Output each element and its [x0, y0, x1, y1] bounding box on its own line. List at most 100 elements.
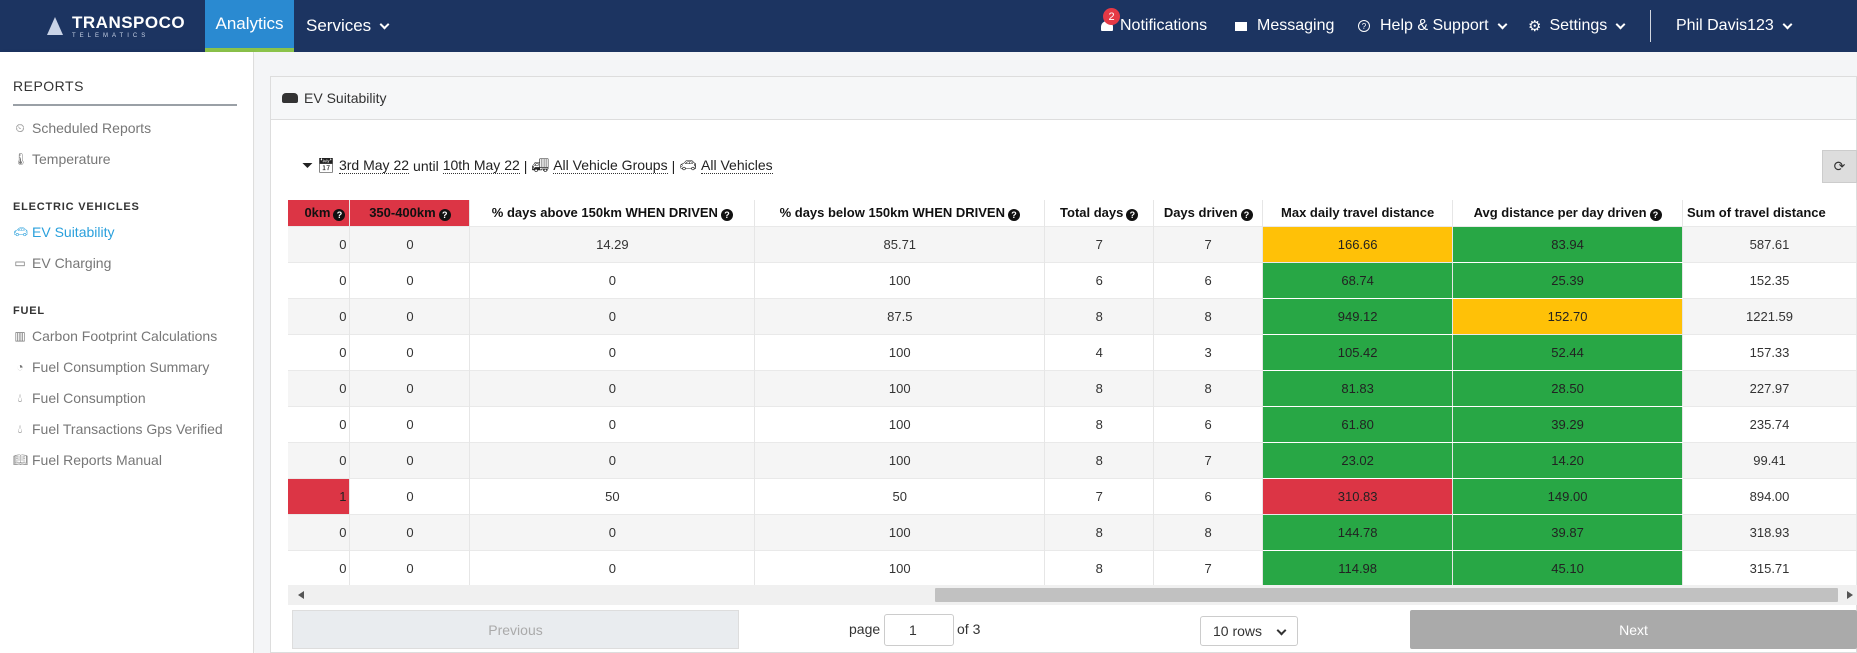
logo-mark-icon — [44, 15, 66, 37]
question-circle-icon[interactable]: ? — [333, 208, 346, 221]
column-header[interactable]: % days above 150km WHEN DRIVEN? — [469, 200, 756, 226]
cell-days-driven: 7 — [1153, 549, 1264, 585]
cell-sum-distance: 157.33 — [1682, 333, 1857, 370]
column-header[interactable]: Days driven? — [1153, 200, 1264, 226]
rows-per-page-select[interactable]: 10 rows — [1200, 616, 1298, 646]
nav-tab-services[interactable]: Services — [306, 0, 390, 52]
cell-total-days: 4 — [1044, 333, 1155, 370]
cell-pct-below-150km: 100 — [754, 549, 1046, 585]
sidebar-item-temperature[interactable]: 🌡︎ Temperature — [13, 151, 111, 167]
sidebar-item-label: EV Charging — [32, 255, 112, 271]
sidebar-item-scheduled-reports[interactable]: ⏲ Scheduled Reports — [13, 120, 151, 136]
envelope-icon — [1235, 21, 1247, 31]
gear-icon: ⚙ — [1528, 18, 1542, 35]
page-label: page — [849, 621, 881, 637]
cell-max-daily-distance: 61.80 — [1262, 405, 1454, 443]
question-circle-icon[interactable]: ? — [438, 208, 451, 221]
cell-sum-distance: 152.35 — [1682, 261, 1857, 298]
ev-suitability-table-wrapper[interactable]: 0km? 350-400km? % days above 150km WHEN … — [288, 200, 1857, 585]
truck-icon: 🚚︎ — [531, 157, 550, 173]
sidebar-item-fuel-reports-manual[interactable]: 📖︎ Fuel Reports Manual — [13, 452, 162, 468]
question-circle-icon[interactable]: ? — [720, 208, 733, 221]
cell-days-driven: 7 — [1153, 225, 1264, 262]
cell-350-400km: 0 — [349, 549, 471, 585]
cell-max-daily-distance: 81.83 — [1262, 369, 1454, 407]
question-circle-icon[interactable]: ? — [1126, 208, 1139, 221]
column-header-label: % days above 150km WHEN DRIVEN — [491, 204, 718, 220]
user-menu[interactable]: Phil Davis123 — [1676, 0, 1793, 52]
scroll-right-icon[interactable] — [1847, 591, 1853, 599]
page-count-label: of 3 — [957, 621, 981, 637]
column-header[interactable]: Max daily travel distance — [1262, 200, 1454, 226]
help-support-menu[interactable]: ? Help & Support — [1358, 0, 1507, 52]
table-header-row: 0km? 350-400km? % days above 150km WHEN … — [288, 200, 1857, 226]
cell-days-driven: 8 — [1153, 297, 1264, 334]
cell-total-days: 8 — [1044, 513, 1155, 550]
car-icon: 🚗︎ — [679, 157, 698, 173]
sidebar-item-fuel-consumption[interactable]: 💧︎ Fuel Consumption — [13, 390, 146, 406]
table-row: 0 0 0 100 4 3 105.42 52.44 157.33 — [288, 333, 1857, 371]
column-header[interactable]: 0km? — [288, 200, 351, 226]
cell-pct-above-150km: 14.29 — [469, 225, 756, 262]
sidebar-title: REPORTS — [13, 78, 84, 94]
car-icon: 🚗︎ — [13, 225, 29, 239]
date-from-link[interactable]: 3rd May 22 — [338, 157, 410, 174]
sidebar-item-fuel-consumption-summary[interactable]: ◔ Fuel Consumption Summary — [13, 359, 209, 375]
filter-separator: | — [671, 157, 676, 174]
question-circle-icon: ? — [1358, 20, 1370, 32]
table-row: 0 0 0 100 8 8 144.78 39.87 318.93 — [288, 513, 1857, 551]
panel-title: EV Suitability — [304, 90, 387, 106]
sidebar-title-underline — [13, 104, 237, 106]
table-row: 0 0 0 87.5 8 8 949.12 152.70 1221.59 — [288, 297, 1857, 335]
bell-icon: 2 — [1100, 8, 1120, 34]
filter-icon: ⏷ — [302, 157, 314, 173]
date-to-link[interactable]: 10th May 22 — [442, 157, 520, 174]
column-header[interactable]: Sum of travel distance — [1682, 200, 1857, 226]
table-horizontal-scrollbar[interactable] — [288, 585, 1857, 605]
cell-0km: 0 — [288, 369, 351, 406]
cell-0km: 0 — [288, 225, 351, 262]
cell-days-driven: 6 — [1153, 405, 1264, 442]
cell-sum-distance: 227.97 — [1682, 369, 1857, 406]
column-header-label: % days below 150km WHEN DRIVEN — [779, 204, 1005, 220]
book-icon: 📖︎ — [13, 453, 29, 467]
messaging-menu[interactable]: Messaging — [1235, 0, 1334, 52]
cell-0km: 0 — [288, 513, 351, 550]
page-number-input[interactable] — [884, 614, 954, 646]
settings-menu[interactable]: ⚙ Settings — [1528, 0, 1626, 52]
sidebar-item-ev-suitability[interactable]: 🚗︎ EV Suitability — [13, 224, 114, 240]
cell-max-daily-distance: 68.74 — [1262, 261, 1454, 299]
chevron-down-icon — [379, 19, 390, 29]
sidebar-item-ev-charging[interactable]: ▭ EV Charging — [13, 255, 111, 271]
tint-icon: 💧︎ — [17, 421, 23, 436]
cell-350-400km: 0 — [349, 225, 471, 262]
cell-pct-below-150km: 87.5 — [754, 297, 1046, 334]
filter-separator: | — [523, 157, 528, 174]
column-header[interactable]: Avg distance per day driven? — [1452, 200, 1684, 226]
sidebar-item-carbon-footprint[interactable]: ▥ Carbon Footprint Calculations — [13, 328, 217, 344]
column-header[interactable]: % days below 150km WHEN DRIVEN? — [754, 200, 1046, 226]
sidebar-item-label: Carbon Footprint Calculations — [32, 328, 218, 344]
next-page-button[interactable]: Next — [1410, 610, 1857, 649]
column-header[interactable]: 350-400km? — [349, 200, 471, 226]
logo-subtitle: TELEMATICS — [72, 32, 150, 39]
notifications-menu[interactable]: 2 Notifications — [1100, 0, 1207, 52]
question-circle-icon[interactable]: ? — [1007, 208, 1020, 221]
cell-pct-above-150km: 0 — [469, 441, 756, 478]
previous-page-button[interactable]: Previous — [292, 610, 739, 649]
calendar-icon: 📅︎ — [317, 157, 335, 173]
sidebar-item-fuel-transactions-gps[interactable]: 💧︎ Fuel Transactions Gps Verified — [13, 421, 223, 437]
vehicles-link[interactable]: All Vehicles — [701, 157, 773, 174]
question-circle-icon[interactable]: ? — [1649, 208, 1662, 221]
refresh-button[interactable]: ⟳ — [1822, 150, 1857, 183]
scroll-left-icon[interactable] — [298, 591, 304, 599]
cell-sum-distance: 318.93 — [1682, 513, 1857, 550]
transpoco-logo[interactable]: TRANSPOCO TELEMATICS — [44, 12, 204, 40]
cell-pct-below-150km: 100 — [754, 369, 1046, 406]
vehicle-groups-link[interactable]: All Vehicle Groups — [553, 157, 668, 174]
column-header[interactable]: Total days? — [1044, 200, 1155, 226]
cell-total-days: 6 — [1044, 261, 1155, 298]
scrollbar-thumb[interactable] — [935, 588, 1838, 602]
question-circle-icon[interactable]: ? — [1240, 208, 1253, 221]
nav-tab-analytics[interactable]: Analytics — [205, 0, 294, 52]
